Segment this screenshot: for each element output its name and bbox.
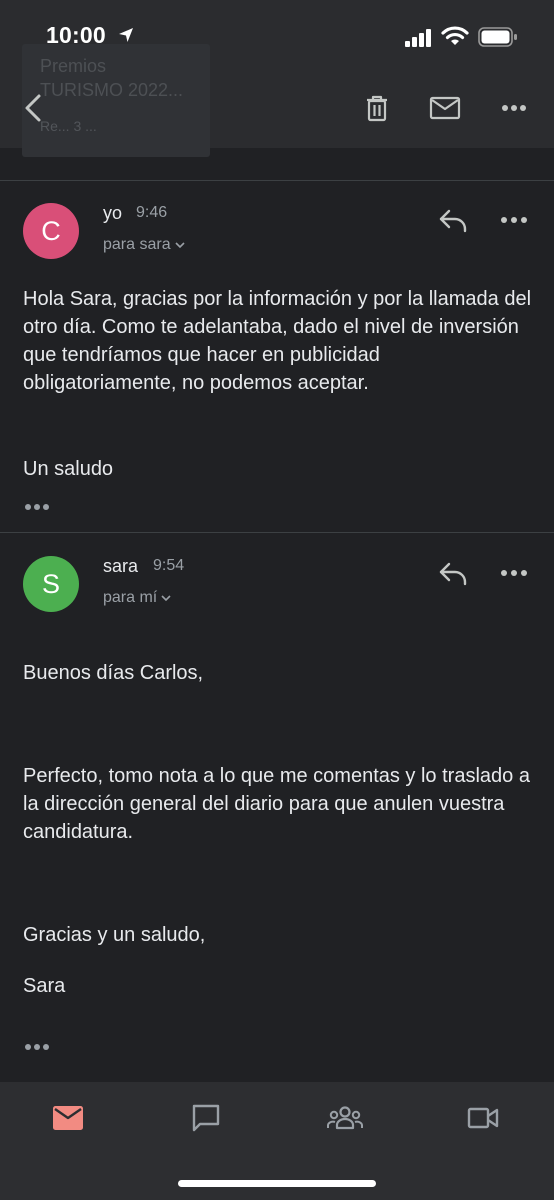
more-horizontal-icon bbox=[502, 105, 526, 111]
wifi-icon bbox=[441, 26, 469, 45]
back-arrow-icon bbox=[25, 94, 41, 122]
message-paragraph: Perfecto, tomo nota a lo que me comentas… bbox=[23, 765, 530, 843]
recipient-toggle[interactable]: para mí bbox=[103, 589, 171, 607]
reply-icon[interactable] bbox=[437, 207, 469, 235]
cellular-signal-icon bbox=[405, 29, 431, 47]
message-time: 9:46 bbox=[136, 204, 168, 221]
back-button[interactable] bbox=[16, 92, 50, 124]
message-divider bbox=[0, 532, 554, 533]
sender-name: sara bbox=[103, 556, 139, 576]
location-arrow-icon bbox=[119, 28, 133, 42]
mail-icon bbox=[53, 1106, 83, 1130]
recipient-toggle[interactable]: para sara bbox=[103, 236, 185, 254]
toolbar bbox=[0, 80, 554, 136]
message-paragraph: Un saludo bbox=[23, 458, 114, 480]
video-camera-icon bbox=[467, 1107, 499, 1129]
recipient-label: para sara bbox=[103, 236, 171, 253]
mail-icon bbox=[429, 96, 461, 120]
message-paragraph: Buenos días Carlos, bbox=[23, 662, 204, 684]
message-paragraph: Sara bbox=[23, 975, 66, 997]
people-icon bbox=[327, 1106, 363, 1130]
nav-chat[interactable] bbox=[186, 1102, 226, 1134]
nav-spaces[interactable] bbox=[325, 1102, 365, 1134]
show-trimmed-content-icon[interactable] bbox=[24, 502, 52, 512]
chevron-down-icon bbox=[161, 595, 171, 602]
mark-unread-button[interactable] bbox=[428, 92, 462, 124]
sender-name: yo bbox=[103, 203, 123, 223]
show-trimmed-content-icon[interactable] bbox=[24, 1042, 52, 1052]
chevron-down-icon bbox=[175, 242, 185, 249]
message-paragraph: Gracias y un saludo, bbox=[23, 924, 206, 946]
chat-icon bbox=[192, 1104, 220, 1132]
reply-icon[interactable] bbox=[437, 560, 469, 588]
delete-button[interactable] bbox=[360, 92, 394, 124]
message-divider bbox=[0, 180, 554, 181]
nav-mail[interactable] bbox=[48, 1102, 88, 1134]
avatar[interactable]: C bbox=[23, 203, 79, 259]
status-time: 10:00 bbox=[46, 22, 106, 48]
home-indicator[interactable] bbox=[178, 1180, 376, 1187]
nav-meet[interactable] bbox=[463, 1102, 503, 1134]
more-options-button[interactable] bbox=[497, 92, 531, 124]
message-time: 9:54 bbox=[153, 557, 185, 574]
trash-icon bbox=[367, 95, 387, 122]
more-horizontal-icon[interactable] bbox=[499, 215, 529, 225]
recipient-label: para mí bbox=[103, 589, 158, 606]
top-app-bar: Premios TURISMO 2022... Re... 3 ... 10:0… bbox=[0, 0, 554, 157]
avatar[interactable]: S bbox=[23, 556, 79, 612]
status-bar: 10:00 bbox=[0, 0, 554, 70]
message-paragraph: Hola Sara, gracias por la información y … bbox=[23, 288, 532, 394]
battery-icon bbox=[478, 27, 517, 47]
more-horizontal-icon[interactable] bbox=[499, 568, 529, 578]
